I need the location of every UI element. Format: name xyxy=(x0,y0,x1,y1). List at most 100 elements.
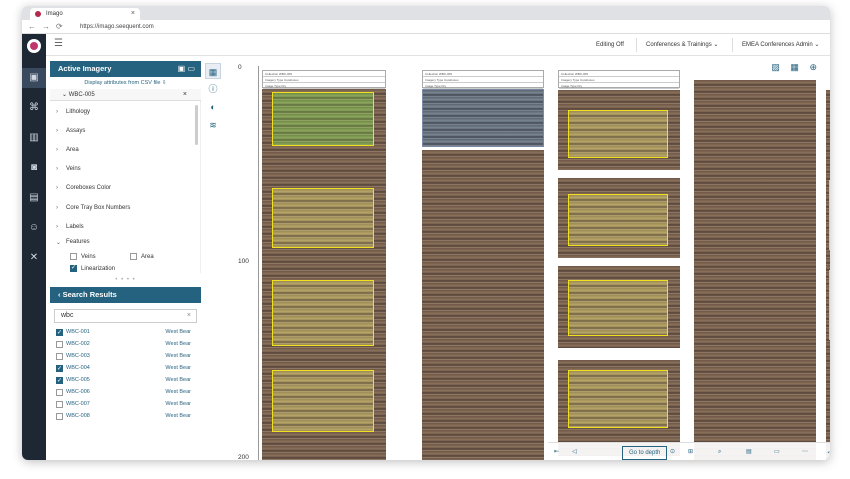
linearization-checkbox[interactable] xyxy=(70,264,77,272)
viewer-toolbar: ⇤ ◁ Go to depth ⊙ ⊞ ⌕ ▤ ▭ ⋯ ⤢ xyxy=(548,442,830,460)
layers-icon[interactable]: ≋ xyxy=(205,117,221,133)
logo-icon[interactable] xyxy=(27,39,41,53)
core-box-highlight xyxy=(272,280,374,346)
csv-link[interactable]: Display attributes from CSV file ⇩ xyxy=(50,77,201,89)
clear-search-icon[interactable]: × xyxy=(187,310,191,322)
back-chevron-icon[interactable]: ‹ xyxy=(58,290,61,299)
attribute-tree: › Lithology › Assays › Area › Veins › Corebox… xyxy=(50,101,201,273)
hierarchy-icon[interactable]: ⌘ xyxy=(22,98,46,118)
core-column[interactable] xyxy=(826,70,830,460)
area-checkbox[interactable] xyxy=(130,253,137,260)
palette-icon[interactable]: ◐ xyxy=(205,99,221,115)
chevron-down-icon: ⌄ xyxy=(713,42,719,48)
result-checkbox[interactable] xyxy=(56,341,63,348)
zoom-icon[interactable]: ⌕ xyxy=(718,443,721,460)
workspace-dropdown[interactable]: Conferences & Trainings ⌄ xyxy=(646,34,718,56)
core-box-highlight xyxy=(829,270,830,340)
chevron-right-icon: › xyxy=(56,205,58,211)
previous-icon[interactable]: ◁ xyxy=(572,443,577,460)
search-input[interactable]: wbc × xyxy=(54,309,197,323)
result-row[interactable]: WBC-008 West Bear xyxy=(56,411,191,422)
upload-icon: ⇩ xyxy=(162,80,167,86)
core-column[interactable] xyxy=(694,70,816,460)
view-icons: ▨ ▦ ⊕ xyxy=(760,61,820,74)
forward-icon[interactable]: → xyxy=(42,22,50,32)
user-label: EMEA Conferences Admin xyxy=(742,42,813,48)
tree-scrollbar[interactable] xyxy=(195,105,198,145)
back-icon[interactable]: ← xyxy=(28,22,36,32)
core-column[interactable]: Collection WBC-005 Imagery Type Coreboxe… xyxy=(558,70,680,460)
browser-tab[interactable]: Imago × xyxy=(30,8,140,20)
result-checkbox[interactable] xyxy=(56,376,63,387)
feature-linearization[interactable]: Linearization xyxy=(70,264,115,272)
feature-area[interactable]: Area xyxy=(130,253,154,260)
target-icon[interactable]: ⊙ xyxy=(670,443,675,460)
result-checkbox[interactable] xyxy=(56,328,63,339)
more-icon[interactable]: ⋯ xyxy=(802,443,808,460)
dataset-name: WBC-005 xyxy=(68,92,95,98)
dataset-close-icon[interactable]: × xyxy=(183,89,187,101)
results-list: WBC-001West Bear WBC-002West Bear WBC-00… xyxy=(50,327,201,427)
result-checkbox[interactable] xyxy=(56,364,63,375)
result-checkbox[interactable] xyxy=(56,401,63,408)
save-icon[interactable]: ▣ xyxy=(178,64,186,73)
dataset-header[interactable]: ⌄ WBC-005 × xyxy=(50,89,201,101)
core-tray-image xyxy=(694,80,816,460)
report-icon[interactable]: ▤ xyxy=(22,188,46,208)
tree-item-assays[interactable]: › Assays xyxy=(56,128,85,134)
menu-icon[interactable]: ☰ xyxy=(54,38,63,49)
left-rail: ▣ ⌘ ▥ ◙ ▤ ☺ ✕ xyxy=(22,34,46,460)
result-row[interactable]: WBC-001West Bear xyxy=(56,327,191,339)
first-page-icon[interactable]: ⇤ xyxy=(554,443,559,460)
layout-icon[interactable]: ▤ xyxy=(746,443,752,460)
info-icon[interactable]: ⓘ xyxy=(205,81,221,97)
tree-item-lithology[interactable]: › Lithology xyxy=(56,109,90,115)
tree-item-core-tray-box-numbers[interactable]: › Core Tray Box Numbers xyxy=(56,205,130,211)
table-view-icon[interactable]: ▦ xyxy=(205,63,221,79)
image-viewer[interactable]: 0 100 200 Collection WBC-005 Imagery Typ… xyxy=(228,56,830,460)
tree-item-labels[interactable]: › Labels xyxy=(56,224,84,230)
address-bar: ← → ⟳ https://imago.seequent.com xyxy=(22,20,830,34)
tree-item-area[interactable]: › Area xyxy=(56,147,79,153)
image-view-icon[interactable]: ▨ xyxy=(771,62,780,72)
result-row[interactable]: WBC-006 West Bear xyxy=(56,387,191,398)
result-row[interactable]: WBC-002 West Bear xyxy=(56,339,191,350)
users-icon[interactable]: ☺ xyxy=(22,218,46,238)
fullscreen-icon[interactable]: ⤢ xyxy=(828,443,830,460)
result-row[interactable]: WBC-007 West Bear xyxy=(56,399,191,410)
chart-icon[interactable]: ▥ xyxy=(22,128,46,148)
resize-handle[interactable]: • • • • xyxy=(50,273,201,287)
tree-item-veins[interactable]: › Veins xyxy=(56,166,81,172)
display-icon[interactable]: ▭ xyxy=(774,443,780,460)
collection-icon[interactable]: ▣ xyxy=(22,68,46,88)
result-checkbox[interactable] xyxy=(56,389,63,396)
url-field[interactable]: https://imago.seequent.com xyxy=(80,21,154,33)
feature-veins[interactable]: Veins xyxy=(70,253,96,260)
result-row[interactable]: WBC-005West Bear xyxy=(56,375,191,387)
camera-icon[interactable]: ◙ xyxy=(22,158,46,178)
core-column[interactable]: Collection WBC-005 Imagery Type Coreboxe… xyxy=(422,70,544,460)
core-column[interactable]: Collection WBC-005 Imagery Type Coreboxe… xyxy=(262,70,386,460)
result-row[interactable]: WBC-004West Bear xyxy=(56,363,191,375)
go-to-depth-button[interactable]: Go to depth xyxy=(622,446,668,460)
grid-view-icon[interactable]: ▦ xyxy=(790,62,799,72)
folder-icon[interactable]: ▭ xyxy=(187,64,195,73)
reload-icon[interactable]: ⟳ xyxy=(56,22,63,32)
veins-checkbox[interactable] xyxy=(70,253,77,260)
tool-column: ▦ ⓘ ◐ ≋ xyxy=(203,61,223,141)
editing-toggle[interactable]: Editing Off xyxy=(596,34,624,56)
tree-item-coreboxes-color[interactable]: › Coreboxes Color xyxy=(56,185,111,191)
active-imagery-title: Active Imagery xyxy=(58,64,112,73)
tab-close-icon[interactable]: × xyxy=(131,8,135,20)
tools-icon[interactable]: ✕ xyxy=(22,248,46,268)
chevron-right-icon: › xyxy=(56,128,58,134)
search-results-header: ‹ Search Results xyxy=(50,287,201,303)
divider xyxy=(732,38,733,52)
result-row[interactable]: WBC-003 West Bear xyxy=(56,351,191,362)
user-dropdown[interactable]: EMEA Conferences Admin ⌄ xyxy=(742,34,819,56)
tree-item-features[interactable]: ⌄ Features xyxy=(56,239,90,246)
result-checkbox[interactable] xyxy=(56,413,63,420)
grid-size-icon[interactable]: ⊞ xyxy=(688,443,693,460)
result-checkbox[interactable] xyxy=(56,353,63,360)
globe-icon[interactable]: ⊕ xyxy=(809,62,817,72)
